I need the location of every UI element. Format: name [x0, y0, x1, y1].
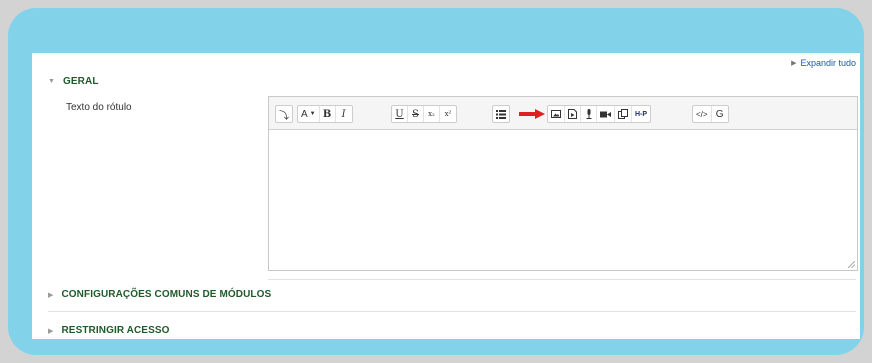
resize-grip-icon[interactable]: [848, 261, 855, 268]
chevron-down-icon: ▼: [309, 111, 316, 117]
h5p-button[interactable]: H-P: [632, 106, 650, 122]
unordered-list-button[interactable]: [493, 106, 509, 122]
subscript-button[interactable]: x₂: [424, 106, 440, 122]
record-audio-button[interactable]: [581, 106, 597, 122]
section-configuracoes-header[interactable]: ▶ CONFIGURAÇÕES COMUNS DE MÓDULOS: [48, 289, 271, 300]
caret-right-icon: ▶: [791, 60, 797, 67]
section-restringir-title: RESTRINGIR ACESSO: [61, 325, 170, 336]
record-video-button[interactable]: [597, 106, 615, 122]
editor-content-area[interactable]: [269, 130, 857, 270]
section-restringir-header[interactable]: ▶ RESTRINGIR ACESSO: [48, 325, 170, 336]
rich-text-editor: ⤵ A ▼ B I U S x₂ x² H-P </> G: [268, 96, 858, 271]
section-geral-header[interactable]: ▼ GERAL: [48, 76, 99, 87]
html-source-button[interactable]: </>: [693, 106, 712, 122]
font-style-button[interactable]: A ▼: [298, 106, 320, 122]
media-file-icon: [568, 109, 577, 119]
caret-right-icon: ▶: [48, 291, 54, 299]
accessibility-checker-button[interactable]: G: [712, 106, 728, 122]
settings-panel: ▶ Expandir tudo ▼ GERAL Texto do rótulo …: [32, 53, 860, 339]
editor-toolbar: ⤵ A ▼ B I U S x₂ x² H-P </> G: [269, 97, 857, 130]
toolbar-group-text: U S x₂ x²: [391, 105, 457, 123]
manage-files-button[interactable]: [615, 106, 632, 122]
image-frame: ▶ Expandir tudo ▼ GERAL Texto do rótulo …: [8, 8, 864, 355]
toolbar-group-toggle: ⤵: [275, 105, 293, 123]
section-divider: [268, 279, 856, 280]
red-arrow-pointer-icon: [519, 109, 545, 119]
superscript-label: x²: [444, 110, 452, 118]
insert-image-button[interactable]: [548, 106, 565, 122]
expand-all-link[interactable]: ▶ Expandir tudo: [791, 58, 856, 68]
expand-all-label: Expandir tudo: [800, 58, 856, 68]
microphone-icon: [586, 109, 591, 119]
video-camera-icon: [600, 111, 611, 117]
insert-media-button[interactable]: [565, 106, 581, 122]
subscript-label: x₂: [428, 110, 435, 118]
bold-button[interactable]: B: [320, 106, 336, 122]
caret-down-icon: ▼: [48, 78, 56, 85]
copy-files-icon: [618, 109, 628, 119]
section-configuracoes-title: CONFIGURAÇÕES COMUNS DE MÓDULOS: [61, 289, 272, 300]
list-icon: [496, 109, 506, 119]
superscript-button[interactable]: x²: [440, 106, 456, 122]
toolbar-group-list: [492, 105, 510, 123]
field-label: Texto do rótulo: [66, 102, 132, 113]
strikethrough-button[interactable]: S: [408, 106, 424, 122]
underline-button[interactable]: U: [392, 106, 408, 122]
section-geral-title: GERAL: [63, 76, 99, 87]
font-style-label: A: [301, 108, 308, 120]
caret-right-icon: ▶: [48, 327, 54, 335]
section-divider: [48, 311, 856, 312]
image-icon: [551, 110, 561, 118]
toolbar-group-media: H-P: [547, 105, 652, 123]
toolbar-toggle-button[interactable]: ⤵: [276, 106, 292, 122]
italic-button[interactable]: I: [336, 106, 352, 122]
toolbar-group-format: A ▼ B I: [297, 105, 353, 123]
toolbar-group-misc: </> G: [692, 105, 729, 123]
